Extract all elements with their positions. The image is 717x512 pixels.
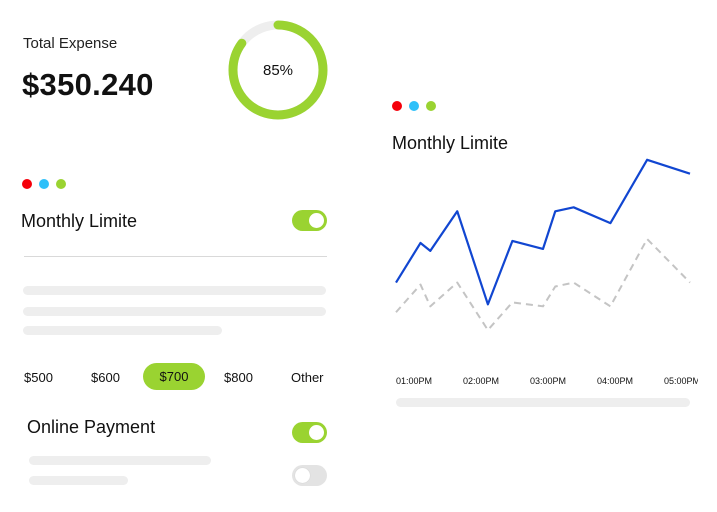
toggle-knob [309,213,324,228]
series-line-dashed [395,238,691,332]
amount-option-other[interactable]: Other [291,370,324,385]
online-payment-title: Online Payment [27,417,156,437]
chart-window-controls [392,101,436,111]
amount-option-800[interactable]: $800 [224,370,253,385]
placeholder-line [23,286,326,295]
x-tick-label: 01:00PM [396,376,432,386]
placeholder-line [29,456,211,465]
toggle-knob [295,468,310,483]
monthly-limit-line-chart: 01:00PM 02:00PM 03:00PM 04:00PM 05:00PM [395,158,698,386]
minimize-dot [409,101,419,111]
amount-option-500[interactable]: $500 [24,370,53,385]
x-tick-label: 02:00PM [463,376,499,386]
amount-option-600[interactable]: $600 [91,370,120,385]
series-line-solid [395,158,691,306]
total-expense-value: $350.240 [22,67,154,102]
monthly-limit-title: Monthly Limite [21,211,138,231]
placeholder-line [23,326,222,335]
x-tick-label: 05:00PM [664,376,698,386]
placeholder-line [23,307,326,316]
x-tick-label: 03:00PM [530,376,566,386]
total-expense-label: Total Expense [23,35,118,52]
amount-option-700-selected[interactable]: $700 [143,363,205,390]
maximize-dot [56,179,66,189]
close-dot [22,179,32,189]
x-tick-label: 04:00PM [597,376,633,386]
online-payment-toggle[interactable] [292,422,327,443]
progress-percent-label: 85% [262,61,294,79]
close-dot [392,101,402,111]
chart-scrollbar[interactable] [396,398,690,407]
window-controls [22,179,66,189]
divider [24,256,327,257]
toggle-knob [309,425,324,440]
placeholder-line [29,476,128,485]
maximize-dot [426,101,436,111]
minimize-dot [39,179,49,189]
monthly-limit-toggle[interactable] [292,210,327,231]
secondary-toggle[interactable] [292,465,327,486]
